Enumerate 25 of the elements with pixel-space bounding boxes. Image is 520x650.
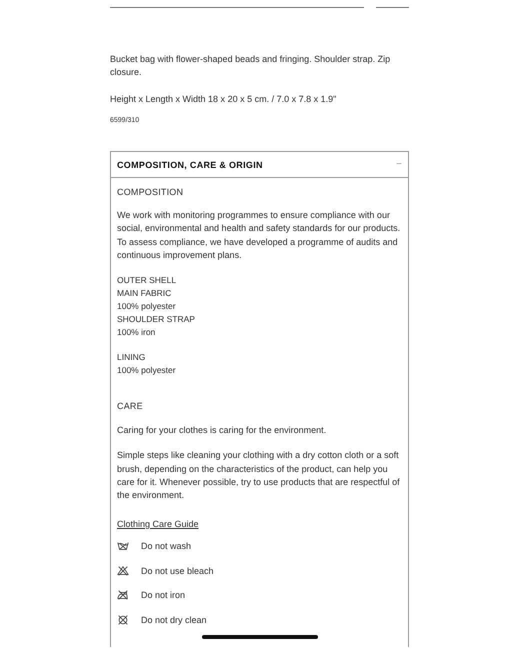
product-description: Height x Length x Width 18 x 20 x 5 cm. / 7.0 x 7.8 x 1.9" [110,93,338,106]
material-line: LINING [117,351,146,364]
care-instruction: Do not dry clean [141,614,207,625]
circle-crossed-icon [117,614,129,626]
wash-tub-crossed-icon [117,540,129,552]
material-line: MAIN FABRIC [117,287,172,300]
material-line: 100% polyester [117,300,177,314]
section-title: COMPOSITION, CARE & ORIGIN [117,160,263,170]
paragraph: Caring for your clothes is caring for the environment. [117,424,328,438]
care-instruction: Do not wash [141,541,192,552]
iron-crossed-icon [117,589,129,602]
care-instruction: Do not iron [141,590,186,600]
accordion-header[interactable]: COMPOSITION, CARE & ORIGIN − [111,152,408,178]
material-line: SHOULDER STRAP [117,313,196,326]
material-line: OUTER SHELL [117,274,178,288]
material-line: 100% polyester [117,364,177,378]
care-instruction: Do not use bleach [141,566,214,576]
material-line: 100% iron [117,326,156,340]
section-heading: COMPOSITION [117,187,184,197]
paragraph: We work with monitoring programmes to ensure compliance with our social, environmental and health and safety standards for our products. To assess compliance, we have developed a programme of audits and continuous improvement plans. [117,209,402,262]
paragraph: Simple steps like cleaning your clothing with a dry cotton cloth or a soft brush, depending on the characteristics of the product, can help you care for it. Whenever possible, try to use products that are respectful of the environment. [117,449,401,502]
product-description: Bucket bag with flower-shaped beads and fringing. Shoulder strap. Zip closure. [110,53,392,79]
section-heading: CARE [117,401,144,412]
care-guide-link[interactable]: Clothing Care Guide [117,518,199,529]
triangle-crossed-icon [117,564,129,577]
